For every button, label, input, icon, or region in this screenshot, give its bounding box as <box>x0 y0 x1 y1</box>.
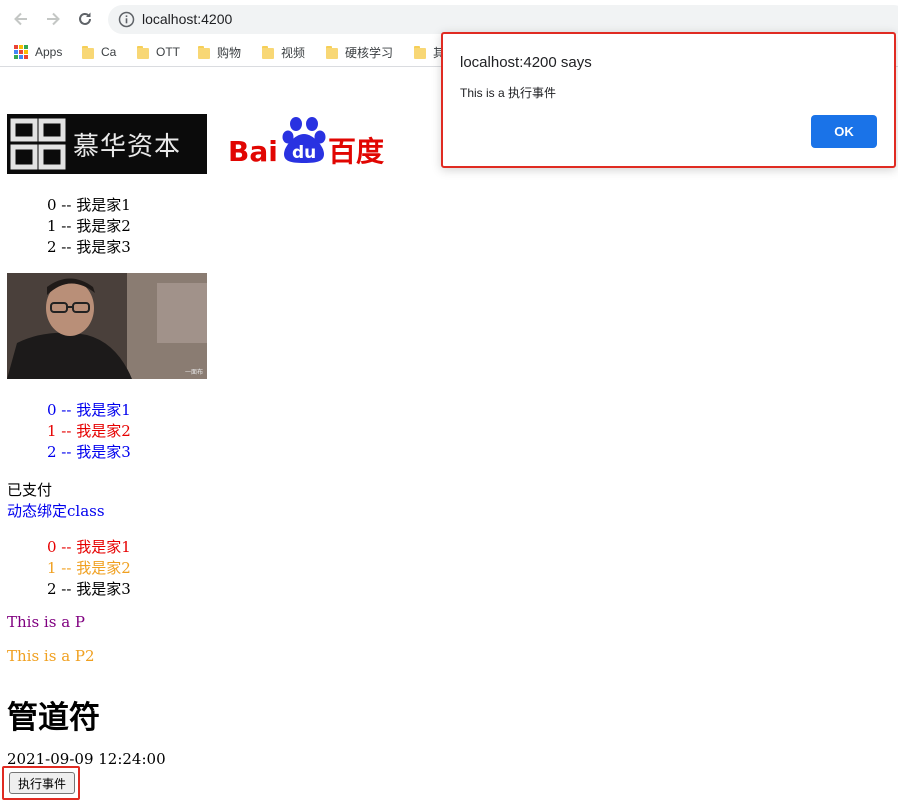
list-item: 0 -- 我是家1 <box>47 538 131 556</box>
url-text: localhost:4200 <box>142 11 233 27</box>
baidu-du-text: du <box>292 143 316 163</box>
alert-dialog: localhost:4200 says This is a 执行事件 OK <box>441 32 896 168</box>
exec-button-highlight: 执行事件 <box>2 766 80 800</box>
paragraph-p2: This is a P2 <box>7 647 95 665</box>
list-item: 1 -- 我是家2 <box>47 217 131 235</box>
reload-button[interactable] <box>74 8 96 30</box>
baidu-paw-icon: Bai du 百度 <box>228 117 384 168</box>
bookmark-hardcore-learning[interactable]: 硬核学习 <box>326 43 393 61</box>
folder-icon <box>326 45 338 59</box>
person-image <box>7 273 207 379</box>
bookmark-label: Apps <box>35 45 63 59</box>
bookmark-ott[interactable]: OTT <box>137 43 180 61</box>
bookmark-apps[interactable]: Apps <box>14 43 62 61</box>
baidu-cn-text: 百度 <box>328 135 384 168</box>
bookmark-label: Ca <box>101 45 117 59</box>
execute-event-button[interactable]: 执行事件 <box>9 772 75 794</box>
list-item: 1 -- 我是家2 <box>47 559 131 577</box>
pipe-heading: 管道符 <box>7 700 100 736</box>
baidu-logo: Bai du 百度 <box>228 114 388 174</box>
muhua-logo: 慕华资本 <box>7 114 207 174</box>
bookmark-video[interactable]: 视频 <box>262 43 305 61</box>
person-photo: 一面布 <box>7 273 207 379</box>
arrow-left-icon <box>14 12 27 26</box>
back-button[interactable] <box>10 8 32 30</box>
dialog-message: This is a 执行事件 <box>460 86 557 100</box>
info-icon[interactable] <box>118 11 135 28</box>
dialog-title: localhost:4200 says <box>460 54 592 71</box>
baidu-bai-text: Bai <box>228 135 278 168</box>
list-item: 0 -- 我是家1 <box>47 401 131 419</box>
folder-icon <box>82 45 94 59</box>
dynamic-class-text: 动态绑定class <box>7 502 105 520</box>
folder-icon <box>198 45 210 59</box>
home-list-1: 0 -- 我是家1 1 -- 我是家2 2 -- 我是家3 <box>47 195 131 258</box>
apps-grid-icon <box>14 45 28 59</box>
bookmark-label: 视频 <box>281 45 306 60</box>
folder-icon <box>414 45 426 59</box>
paragraph-p1: This is a P <box>7 613 85 631</box>
folder-icon <box>137 45 149 59</box>
bookmark-label: OTT <box>156 45 180 59</box>
arrow-right-icon <box>47 12 60 26</box>
reload-icon <box>79 12 91 25</box>
list-item: 2 -- 我是家3 <box>47 443 131 461</box>
forward-button[interactable] <box>42 8 64 30</box>
muhua-mark-icon <box>10 118 66 170</box>
ok-button[interactable]: OK <box>811 115 877 148</box>
muhua-logo-text: 慕华资本 <box>73 131 182 162</box>
list-item: 1 -- 我是家2 <box>47 422 131 440</box>
address-bar[interactable]: localhost:4200 <box>108 5 898 34</box>
paid-status-text: 已支付 <box>7 481 53 499</box>
bookmark-ca[interactable]: Ca <box>82 43 116 61</box>
home-list-2: 0 -- 我是家1 1 -- 我是家2 2 -- 我是家3 <box>47 400 131 463</box>
bookmark-label: 硬核学习 <box>345 45 394 60</box>
folder-icon <box>262 45 274 59</box>
home-list-3: 0 -- 我是家1 1 -- 我是家2 2 -- 我是家3 <box>47 537 131 600</box>
photo-caption: 一面布 <box>184 369 203 376</box>
bookmark-shopping[interactable]: 购物 <box>198 43 241 61</box>
list-item: 0 -- 我是家1 <box>47 196 131 214</box>
list-item: 2 -- 我是家3 <box>47 238 131 256</box>
list-item: 2 -- 我是家3 <box>47 580 131 598</box>
bookmark-label: 购物 <box>217 45 242 60</box>
